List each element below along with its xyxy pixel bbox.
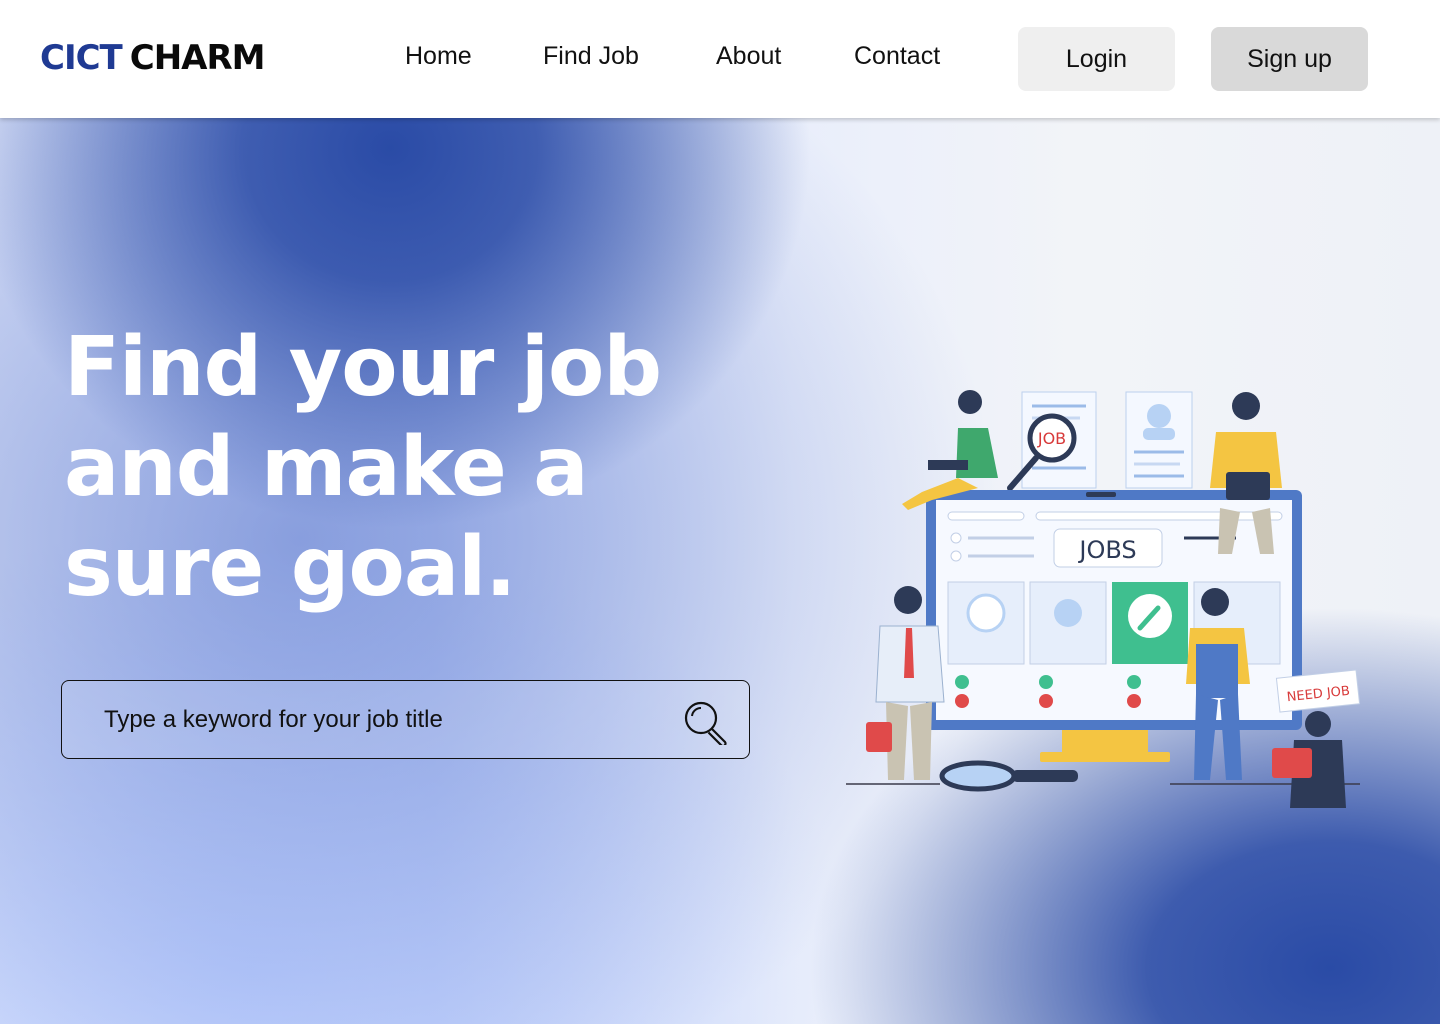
magnifier-icon[interactable]: [681, 699, 729, 745]
job-search-input[interactable]: [104, 699, 664, 741]
ground-magnifier: [939, 760, 1078, 792]
job-search-bar: [61, 680, 750, 759]
hero-headline: Find your job and make a sure goal.: [64, 318, 704, 618]
nav-link-find-job[interactable]: Find Job: [543, 42, 639, 71]
brand-logo[interactable]: CICT CHARM: [40, 38, 265, 78]
hero-section: Find your job and make a sure goal. Type…: [0, 118, 1440, 1024]
top-navbar: CICT CHARM Home Find Job About Contact Lo…: [0, 0, 1440, 118]
man-with-need-job-sign: NEED JOB: [1275, 669, 1361, 808]
nav-link-contact[interactable]: Contact: [854, 42, 940, 71]
brand-logo-part1: CICT: [40, 38, 123, 78]
nav-link-home[interactable]: Home: [405, 42, 472, 71]
hero-headline-line-1: Find your job: [64, 320, 662, 415]
job-search-illustration: JOB JOBS NEED JOB: [846, 390, 1361, 808]
monitor-jobs-label: JOBS: [1077, 536, 1136, 564]
nav-link-about[interactable]: About: [716, 42, 781, 71]
brand-logo-part2: CHARM: [129, 38, 266, 78]
toolbox: [1272, 748, 1312, 778]
hero-headline-line-2: and make a: [64, 420, 589, 515]
login-button[interactable]: Login: [1018, 27, 1175, 91]
magnifier-label: JOB: [1037, 429, 1066, 448]
monitor: JOBS: [926, 490, 1302, 762]
signup-button[interactable]: Sign up: [1211, 27, 1368, 91]
hero-headline-line-3: sure goal.: [64, 520, 516, 615]
